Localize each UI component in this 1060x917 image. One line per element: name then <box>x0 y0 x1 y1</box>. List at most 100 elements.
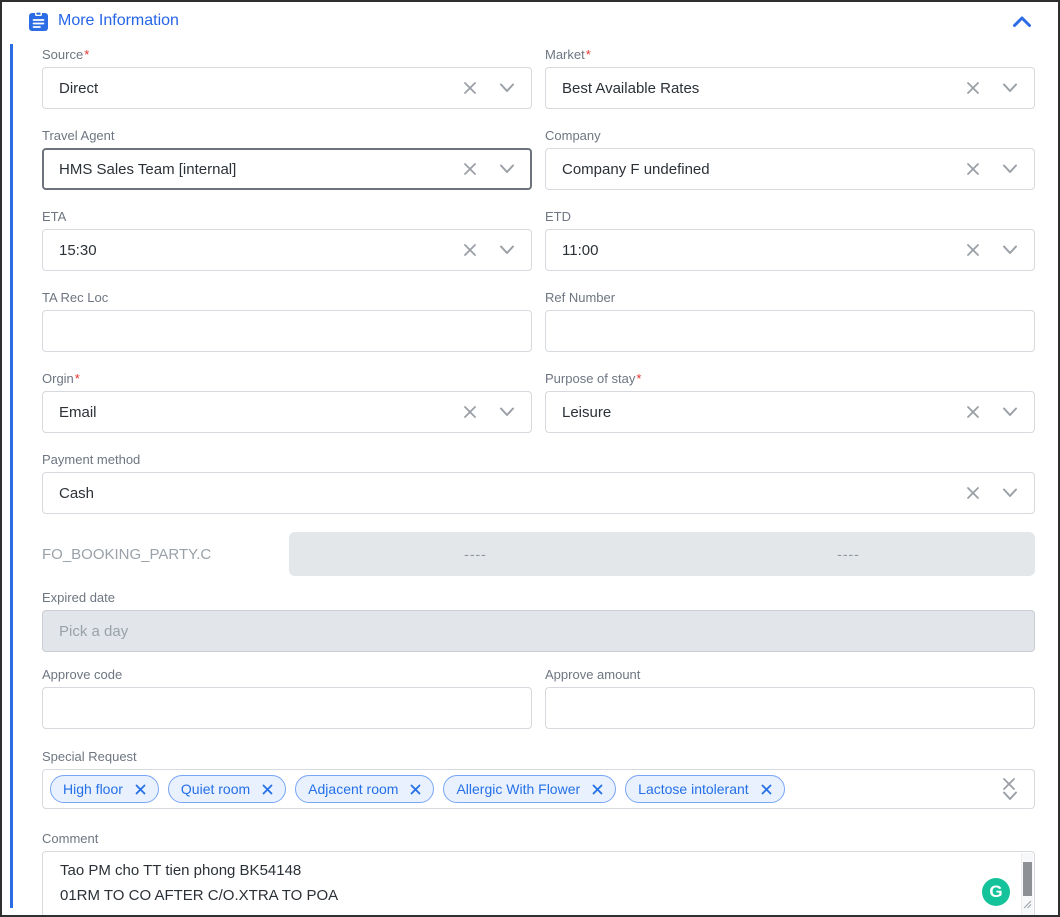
x-clear-icon[interactable] <box>1002 777 1018 791</box>
tag-label: Adjacent room <box>308 781 398 797</box>
x-clear-icon[interactable] <box>966 243 980 257</box>
tag-remove-icon[interactable] <box>592 784 603 795</box>
ta-rec-loc-input[interactable] <box>42 310 532 352</box>
approve-amount-input[interactable] <box>545 687 1035 729</box>
fo-booking-party-label: FO_BOOKING_PARTY.C <box>42 546 289 563</box>
comment-scrollbar-thumb[interactable] <box>1023 862 1032 896</box>
company-select[interactable]: Company F undefined <box>545 148 1035 190</box>
special-request-tag: Adjacent room <box>295 775 434 803</box>
field-comment: Comment Tao PM cho TT tien phong BK54148… <box>42 831 1035 917</box>
chevron-down-icon[interactable] <box>1002 164 1018 174</box>
field-company: Company Company F undefined <box>545 128 1035 190</box>
x-clear-icon[interactable] <box>463 243 477 257</box>
tag-remove-icon[interactable] <box>410 784 421 795</box>
market-select[interactable]: Best Available Rates <box>545 67 1035 109</box>
eta-label: ETA <box>42 209 532 224</box>
required-asterisk: * <box>586 47 591 62</box>
approve-code-input[interactable] <box>42 687 532 729</box>
etd-select[interactable]: 11:00 <box>545 229 1035 271</box>
expired-date-input <box>42 610 1035 652</box>
tag-label: Allergic With Flower <box>456 781 580 797</box>
special-request-multiselect[interactable]: High floor Quiet room Adjacent room <box>42 769 1035 809</box>
tag-remove-icon[interactable] <box>761 784 772 795</box>
special-request-label: Special Request <box>42 749 1035 764</box>
chevron-down-icon[interactable] <box>1002 407 1018 417</box>
eta-select[interactable]: 15:30 <box>42 229 532 271</box>
collapse-panel-button[interactable] <box>1012 15 1032 28</box>
field-purpose-of-stay: Purpose of stay* Leisure <box>545 371 1035 433</box>
x-clear-icon[interactable] <box>463 162 477 176</box>
orgin-value: Email <box>59 404 455 421</box>
field-market: Market* Best Available Rates <box>545 47 1035 109</box>
x-clear-icon[interactable] <box>463 81 477 95</box>
field-etd: ETD 11:00 <box>545 209 1035 271</box>
tag-remove-icon[interactable] <box>135 784 146 795</box>
chevron-down-icon[interactable] <box>1002 83 1018 93</box>
field-fo-booking-party: FO_BOOKING_PARTY.C ---- ---- <box>42 532 1035 576</box>
eta-value: 15:30 <box>59 242 455 259</box>
payment-method-value: Cash <box>59 485 958 502</box>
chevron-up-icon <box>1012 15 1032 28</box>
chevron-down-icon[interactable] <box>1002 791 1018 801</box>
company-value: Company F undefined <box>562 161 958 178</box>
ref-number-input[interactable] <box>545 310 1035 352</box>
section-accent-bar <box>10 44 13 908</box>
chevron-down-icon[interactable] <box>499 407 515 417</box>
field-approve-amount: Approve amount <box>545 667 1035 729</box>
field-approve-code: Approve code <box>42 667 532 729</box>
required-asterisk: * <box>75 371 80 386</box>
source-select[interactable]: Direct <box>42 67 532 109</box>
fo-booking-party-input: ---- ---- <box>289 532 1035 576</box>
payment-method-select[interactable]: Cash <box>42 472 1035 514</box>
etd-value: 11:00 <box>562 242 958 259</box>
special-request-tag: Allergic With Flower <box>443 775 616 803</box>
tag-remove-icon[interactable] <box>262 784 273 795</box>
travel-agent-value: HMS Sales Team [internal] <box>59 161 455 178</box>
special-request-tags: High floor Quiet room Adjacent room <box>50 775 1002 803</box>
grammarly-icon[interactable]: G <box>982 878 1010 906</box>
panel-title: More Information <box>58 12 179 30</box>
field-travel-agent: Travel Agent HMS Sales Team [internal] <box>42 128 532 190</box>
comment-textarea[interactable]: Tao PM cho TT tien phong BK5414801RM TO … <box>42 851 1035 917</box>
field-eta: ETA 15:30 <box>42 209 532 271</box>
resize-handle-icon[interactable] <box>1023 896 1032 914</box>
market-label: Market* <box>545 47 1035 62</box>
comment-text: Tao PM cho TT tien phong BK5414801RM TO … <box>60 858 990 908</box>
field-source: Source* Direct <box>42 47 532 109</box>
more-information-panel: More Information Source* Direct <box>0 0 1060 917</box>
field-ta-rec-loc: TA Rec Loc <box>42 290 532 352</box>
source-label: Source* <box>42 47 532 62</box>
approve-code-label: Approve code <box>42 667 532 682</box>
etd-label: ETD <box>545 209 1035 224</box>
x-clear-icon[interactable] <box>966 162 980 176</box>
tag-label: High floor <box>63 781 123 797</box>
travel-agent-select[interactable]: HMS Sales Team [internal] <box>42 148 532 190</box>
comment-line: Tao PM cho TT tien phong BK54148 <box>60 858 990 883</box>
chevron-down-icon[interactable] <box>499 83 515 93</box>
chevron-down-icon[interactable] <box>1002 245 1018 255</box>
clipboard-icon <box>28 11 49 32</box>
x-clear-icon[interactable] <box>966 81 980 95</box>
x-clear-icon[interactable] <box>966 486 980 500</box>
fo-booking-party-value-left: ---- <box>289 546 662 562</box>
travel-agent-label: Travel Agent <box>42 128 532 143</box>
special-request-tag: High floor <box>50 775 159 803</box>
expired-date-label: Expired date <box>42 590 1035 605</box>
chevron-down-icon[interactable] <box>499 164 515 174</box>
chevron-down-icon[interactable] <box>499 245 515 255</box>
chevron-down-icon[interactable] <box>1002 488 1018 498</box>
required-asterisk: * <box>636 371 641 386</box>
tag-label: Lactose intolerant <box>638 781 749 797</box>
field-ref-number: Ref Number <box>545 290 1035 352</box>
x-clear-icon[interactable] <box>463 405 477 419</box>
ref-number-label: Ref Number <box>545 290 1035 305</box>
fo-booking-party-value-right: ---- <box>662 546 1035 562</box>
field-orgin: Orgin* Email <box>42 371 532 433</box>
source-value: Direct <box>59 80 455 97</box>
field-payment-method: Payment method Cash <box>42 452 1035 514</box>
x-clear-icon[interactable] <box>966 405 980 419</box>
purpose-of-stay-select[interactable]: Leisure <box>545 391 1035 433</box>
comment-label: Comment <box>42 831 1035 846</box>
special-request-tag: Quiet room <box>168 775 286 803</box>
orgin-select[interactable]: Email <box>42 391 532 433</box>
